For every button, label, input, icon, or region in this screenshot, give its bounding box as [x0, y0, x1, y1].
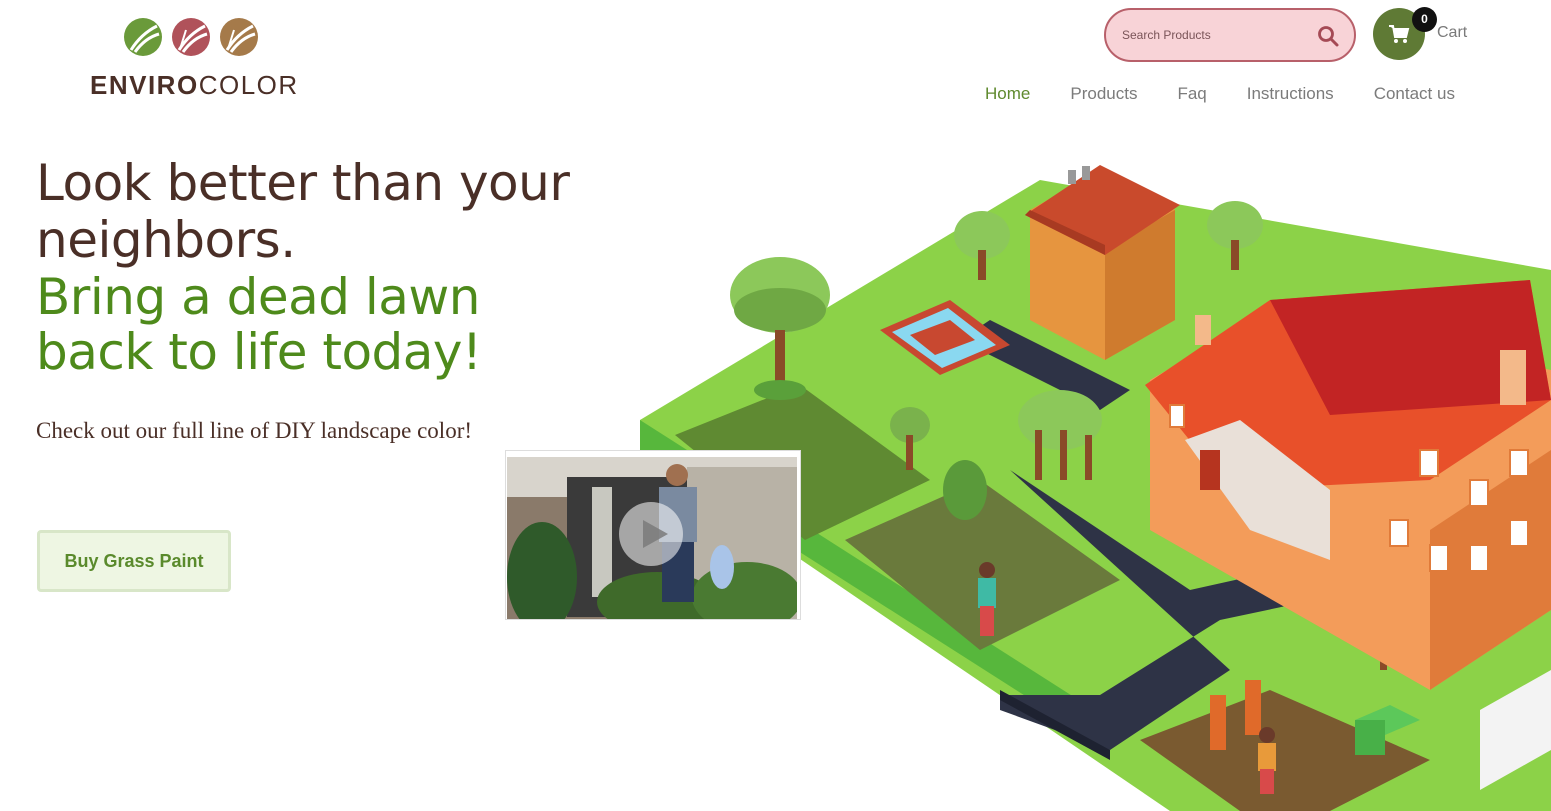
hero-subtext: Check out our full line of DIY landscape…: [36, 418, 473, 443]
logo-circles-icon: [124, 18, 258, 56]
brand-logo[interactable]: ENVIROCOLOR: [90, 14, 300, 104]
cart-icon: [1389, 25, 1410, 43]
nav-item-instructions[interactable]: Instructions: [1247, 84, 1334, 108]
cart-label[interactable]: Cart: [1437, 24, 1467, 42]
nav-item-faq[interactable]: Faq: [1177, 84, 1206, 108]
nav-item-contact-us[interactable]: Contact us: [1374, 84, 1455, 108]
video-thumbnail[interactable]: [505, 450, 801, 620]
hero-headline-green: Bring a dead lawn back to life today!: [36, 268, 482, 381]
buy-grass-paint-button[interactable]: Buy Grass Paint: [37, 530, 231, 592]
nav-item-products[interactable]: Products: [1070, 84, 1137, 108]
main-nav: Home Products Faq Instructions Contact u…: [985, 84, 1455, 108]
nav-item-home[interactable]: Home: [985, 84, 1030, 108]
brand-name: ENVIROCOLOR: [90, 70, 299, 101]
search-box: [1104, 8, 1356, 62]
brand-name-light: COLOR: [198, 70, 299, 100]
hero-headline: Look better than your neighbors.: [36, 154, 570, 269]
play-icon[interactable]: [618, 501, 684, 567]
brand-name-bold: ENVIRO: [90, 70, 199, 100]
search-icon[interactable]: [1316, 24, 1340, 48]
search-input[interactable]: [1122, 24, 1312, 46]
cart-count-badge: 0: [1412, 7, 1437, 32]
